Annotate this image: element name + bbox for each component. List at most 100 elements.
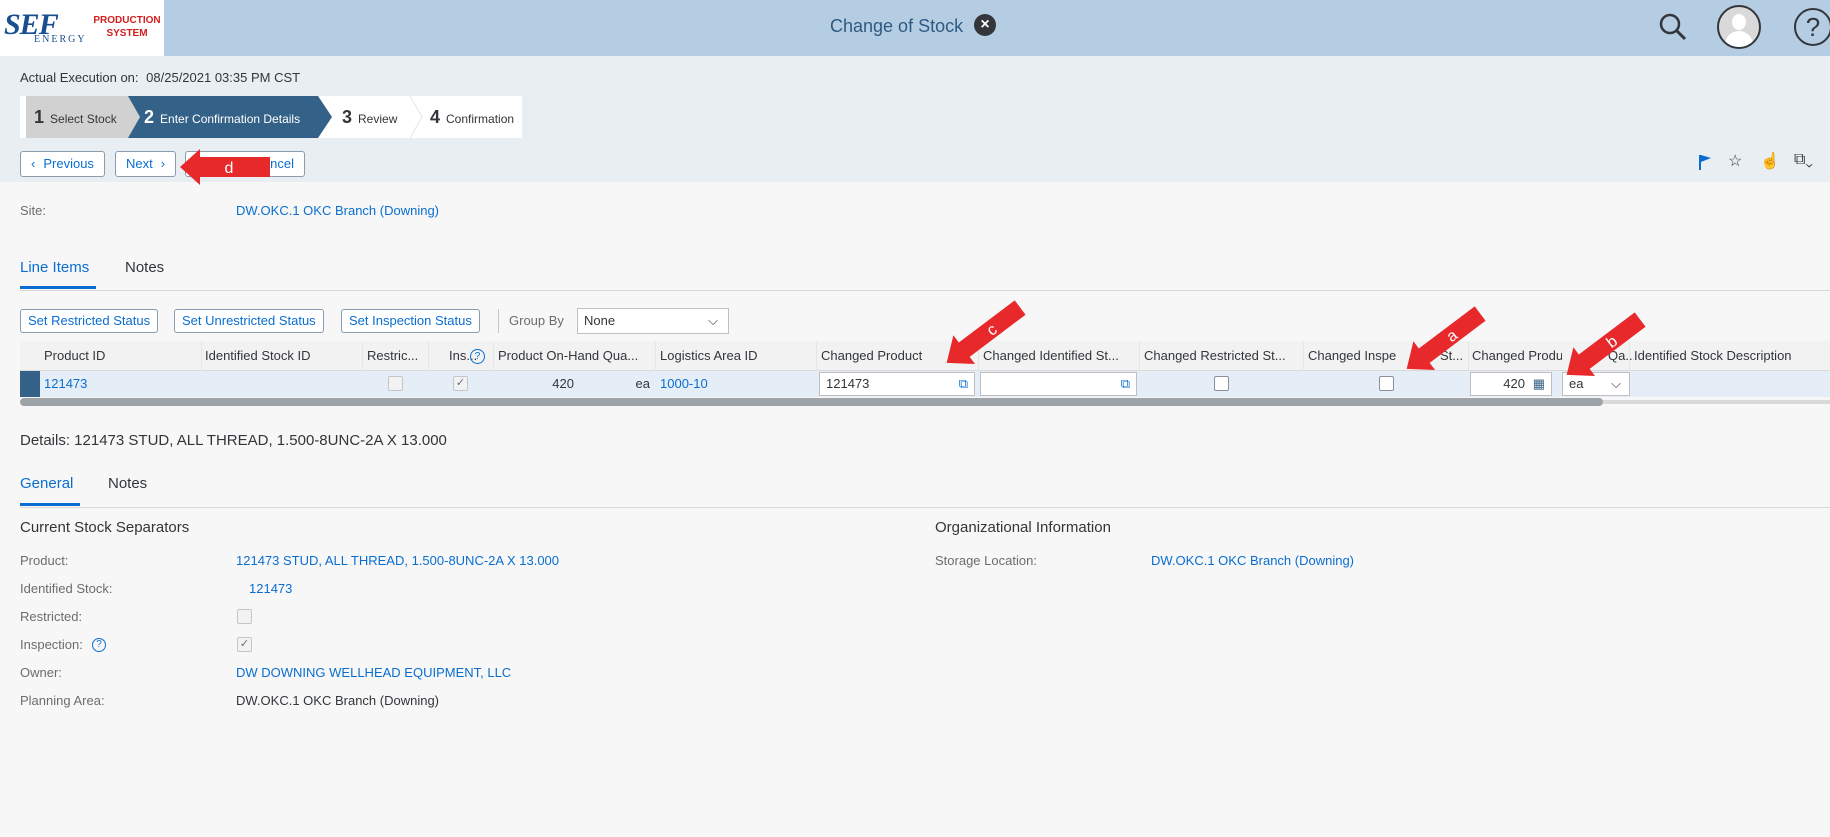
page-content xyxy=(0,182,1830,837)
product-link[interactable]: 121473 STUD, ALL THREAD, 1.500-8UNC-2A X… xyxy=(236,553,559,568)
annotation-label-d: d xyxy=(225,160,234,177)
inspection-checkbox: ✓ xyxy=(453,376,468,391)
tab-active-indicator xyxy=(20,286,96,289)
col-restricted[interactable]: Restric... xyxy=(367,342,427,370)
details-title: Details: 121473 STUD, ALL THREAD, 1.500-… xyxy=(20,432,447,449)
avatar-body-icon xyxy=(1725,31,1753,47)
chevron-down-icon: ⌵ xyxy=(708,313,718,328)
share-icon[interactable]: ⧉⌄ xyxy=(1794,151,1813,169)
storage-location-link[interactable]: DW.OKC.1 OKC Branch (Downing) xyxy=(1151,553,1354,568)
help-info-icon[interactable]: ? xyxy=(92,638,106,652)
restricted-label: Restricted: xyxy=(20,609,83,624)
wizard-step-4[interactable]: 4 Confirmation xyxy=(424,96,522,138)
chevron-right-icon: › xyxy=(160,156,166,171)
horizontal-scrollbar[interactable] xyxy=(20,398,1603,406)
step-chevron-icon xyxy=(410,96,423,138)
changed-product-value: 121473 xyxy=(826,376,870,391)
wizard-step-1[interactable]: 1 Select Stock xyxy=(26,96,128,138)
tab-general[interactable]: General xyxy=(20,475,73,492)
flag-icon[interactable] xyxy=(1697,153,1713,176)
value-help-icon[interactable]: ⧉ xyxy=(959,373,968,395)
changed-product-input[interactable]: 121473 ⧉ xyxy=(819,372,975,396)
tab-notes[interactable]: Notes xyxy=(125,259,164,276)
avatar-head-icon xyxy=(1732,14,1746,30)
execution-info: Actual Execution on: 08/25/2021 03:35 PM… xyxy=(20,70,300,85)
favorite-star-icon[interactable]: ☆ xyxy=(1728,151,1742,171)
set-restricted-status-button[interactable]: Set Restricted Status xyxy=(20,309,159,333)
col-logistics-area[interactable]: Logistics Area ID xyxy=(660,342,810,370)
logistics-area-link[interactable]: 1000-10 xyxy=(660,376,708,391)
step-label: Review xyxy=(358,112,398,126)
app-title[interactable]: Change of Stock xyxy=(830,16,963,37)
annotation-arrow-c: c xyxy=(946,300,1026,365)
step-label: Enter Confirmation Details xyxy=(160,112,301,126)
group-by-select[interactable]: None ⌵ xyxy=(577,308,729,334)
identified-stock-link[interactable]: 121473 xyxy=(249,581,292,596)
changed-inspection-checkbox[interactable] xyxy=(1379,376,1394,391)
col-changed-inspection[interactable]: Changed Inspe xyxy=(1308,342,1403,370)
company-logo[interactable]: SEF ENERGY PRODUCTION SYSTEM xyxy=(0,0,164,56)
help-info-icon[interactable]: ? xyxy=(470,349,485,364)
group-by-value: None xyxy=(584,313,616,328)
group-by-label: Group By xyxy=(509,313,564,328)
hand-icon[interactable]: ☝ xyxy=(1760,151,1780,171)
col-on-hand-qty[interactable]: Product On-Hand Qua... xyxy=(498,342,650,370)
next-label: Next xyxy=(126,156,153,171)
step-number: 4 xyxy=(430,107,441,127)
step-number: 2 xyxy=(144,107,155,127)
current-stock-section-title: Current Stock Separators xyxy=(20,519,190,536)
calculator-icon[interactable]: ▦ xyxy=(1533,373,1545,395)
tab-line-items[interactable]: Line Items xyxy=(20,259,89,276)
toolbar-separator xyxy=(498,309,499,333)
site-link[interactable]: DW.OKC.1 OKC Branch (Downing) xyxy=(236,203,439,218)
step-label: Confirmation xyxy=(446,112,515,126)
storage-location-label: Storage Location: xyxy=(935,553,1037,568)
step-chevron-icon xyxy=(318,96,332,138)
annotation-arrow-d: d xyxy=(180,149,270,185)
divider xyxy=(20,507,1830,508)
chevron-left-icon: ‹ xyxy=(31,156,36,171)
set-unrestricted-status-button[interactable]: Set Unrestricted Status xyxy=(174,309,324,333)
product-id-link[interactable]: 121473 xyxy=(44,376,87,391)
col-identified-stock-description[interactable]: Identified Stock Description xyxy=(1634,342,1824,370)
changed-qty-value: 420 xyxy=(1503,376,1525,391)
set-inspection-status-button[interactable]: Set Inspection Status xyxy=(341,309,480,333)
wizard-step-2[interactable]: 2 Enter Confirmation Details xyxy=(128,96,318,138)
previous-button[interactable]: ‹ Previous xyxy=(20,151,105,177)
restricted-detail-checkbox xyxy=(237,609,252,624)
row-selection-indicator[interactable] xyxy=(20,371,40,397)
owner-link[interactable]: DW DOWNING WELLHEAD EQUIPMENT, LLC xyxy=(236,665,511,680)
planning-area-label: Planning Area: xyxy=(20,693,105,708)
step-label: Select Stock xyxy=(50,112,117,126)
col-product-id[interactable]: Product ID xyxy=(44,342,194,370)
execution-value: 08/25/2021 03:35 PM CST xyxy=(146,70,301,85)
planning-area-value: DW.OKC.1 OKC Branch (Downing) xyxy=(236,693,440,708)
restricted-checkbox xyxy=(388,376,403,391)
close-icon[interactable]: × xyxy=(974,14,996,36)
product-label: Product: xyxy=(20,553,69,568)
wizard-step-3[interactable]: 3 Review xyxy=(334,96,414,138)
changed-restricted-checkbox[interactable] xyxy=(1214,376,1229,391)
logo-product-text: PRODUCTION SYSTEM xyxy=(93,15,161,39)
step-number: 3 xyxy=(342,107,353,127)
on-hand-qty-cell: 420 xyxy=(552,376,574,391)
value-help-icon[interactable]: ⧉ xyxy=(1121,373,1130,395)
help-icon[interactable]: ? xyxy=(1794,8,1830,46)
identified-stock-label: Identified Stock: xyxy=(20,581,113,596)
col-identified-stock-id[interactable]: Identified Stock ID xyxy=(205,342,355,370)
org-info-section-title: Organizational Information xyxy=(935,519,1111,536)
inspection-label: Inspection: xyxy=(20,637,83,652)
step-number: 1 xyxy=(34,107,45,127)
search-icon[interactable] xyxy=(1658,12,1688,45)
tab-active-indicator xyxy=(20,503,80,506)
changed-identified-stock-input[interactable]: ⧉ xyxy=(980,372,1137,396)
divider xyxy=(20,290,1830,291)
tab-details-notes[interactable]: Notes xyxy=(108,475,147,492)
previous-label: Previous xyxy=(43,156,94,171)
annotation-arrow-b: b xyxy=(1566,312,1646,377)
col-changed-restricted[interactable]: Changed Restricted St... xyxy=(1144,342,1300,370)
user-avatar[interactable] xyxy=(1717,5,1761,49)
step-chevron-icon xyxy=(128,96,140,138)
next-button[interactable]: Next › xyxy=(115,151,177,177)
inspection-detail-checkbox: ✓ xyxy=(237,637,252,652)
